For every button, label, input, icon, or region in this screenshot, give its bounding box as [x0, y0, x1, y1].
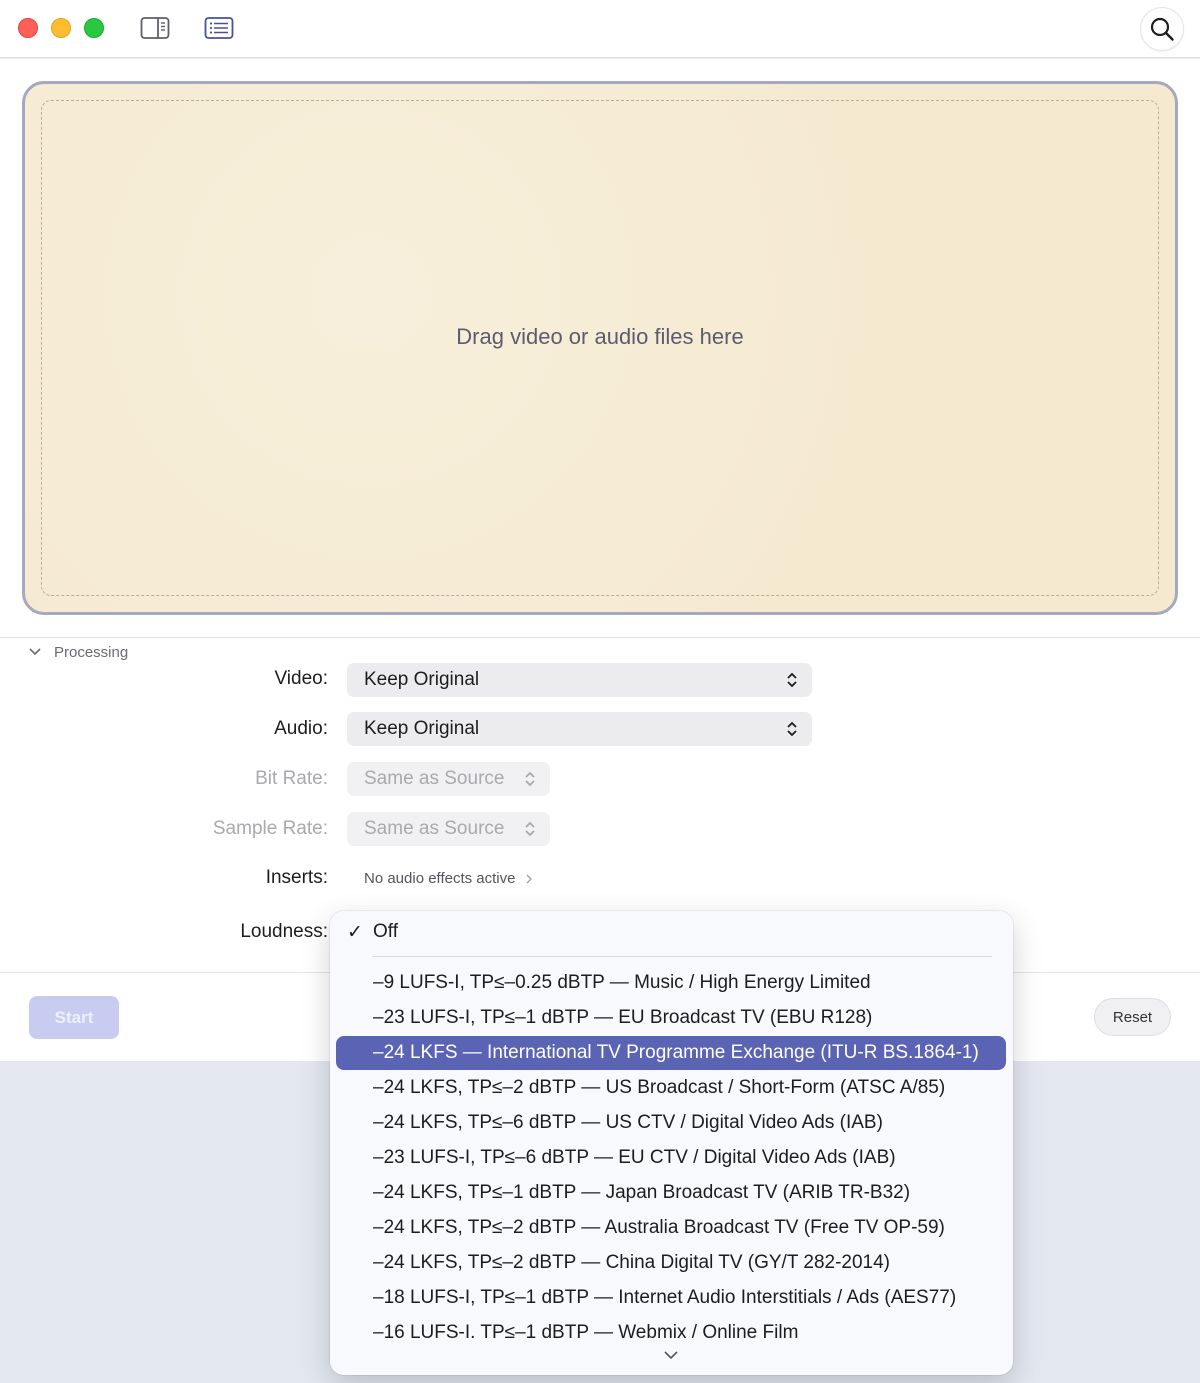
samplerate-select-value: Same as Source — [364, 818, 505, 839]
search-button[interactable] — [1140, 7, 1184, 51]
drop-zone-label: Drag video or audio files here — [456, 324, 744, 349]
inserts-link[interactable]: No audio effects active — [364, 870, 533, 887]
loudness-menu[interactable]: ✓ Off –9 LUFS-I, TP≤–0.25 dBTP — Music /… — [330, 911, 1013, 1375]
loudness-label: Loudness: — [240, 921, 328, 942]
loudness-option[interactable]: –18 LUFS-I, TP≤–1 dBTP — Internet Audio … — [336, 1281, 1006, 1315]
queue-list-button[interactable] — [203, 14, 235, 42]
loudness-option[interactable]: –23 LUFS-I, TP≤–1 dBTP — EU Broadcast TV… — [336, 1001, 1006, 1035]
loudness-option-off[interactable]: ✓ Off — [336, 915, 1006, 949]
loudness-option[interactable]: –9 LUFS-I, TP≤–0.25 dBTP — Music / High … — [336, 966, 1006, 1000]
up-down-chevron-icon — [525, 821, 535, 837]
title-bar — [0, 0, 1200, 58]
close-window-button[interactable] — [18, 18, 38, 38]
up-down-chevron-icon — [787, 721, 797, 737]
loudness-option[interactable]: –24 LKFS, TP≤–2 dBTP — Australia Broadca… — [336, 1211, 1006, 1245]
samplerate-label: Sample Rate: — [212, 818, 328, 839]
reset-button[interactable]: Reset — [1094, 998, 1171, 1036]
video-select[interactable]: Keep Original — [347, 663, 812, 697]
bitrate-select: Same as Source — [347, 762, 550, 796]
minimize-window-button[interactable] — [51, 18, 71, 38]
loudness-option[interactable]: –24 LKFS, TP≤–1 dBTP — Japan Broadcast T… — [336, 1176, 1006, 1210]
video-label: Video: — [274, 668, 328, 689]
file-drop-zone[interactable]: Drag video or audio files here — [22, 81, 1178, 615]
loudness-option-label: Off — [373, 921, 398, 942]
bitrate-select-value: Same as Source — [364, 768, 505, 789]
video-select-value: Keep Original — [364, 669, 480, 690]
loudness-option[interactable]: –24 LKFS, TP≤–2 dBTP — US Broadcast / Sh… — [336, 1071, 1006, 1105]
loudness-option[interactable]: –16 LUFS-I. TP≤–1 dBTP — Webmix / Online… — [336, 1316, 1006, 1350]
checkmark-icon: ✓ — [347, 921, 363, 943]
zoom-window-button[interactable] — [84, 18, 104, 38]
samplerate-select: Same as Source — [347, 812, 550, 846]
section-divider — [0, 637, 1200, 638]
toggle-sidebar-button[interactable] — [139, 14, 171, 42]
search-icon — [1150, 17, 1174, 41]
list-icon — [204, 17, 234, 39]
audio-select[interactable]: Keep Original — [347, 712, 812, 746]
chevron-right-icon — [526, 874, 533, 883]
loudness-option-highlighted[interactable]: –24 LKFS — International TV Programme Ex… — [336, 1036, 1006, 1070]
inserts-label: Inserts: — [265, 867, 328, 888]
loudness-option[interactable]: –23 LUFS-I, TP≤–6 dBTP — EU CTV / Digita… — [336, 1141, 1006, 1175]
menu-separator — [372, 956, 992, 957]
up-down-chevron-icon — [787, 672, 797, 688]
processing-section-toggle[interactable]: Processing — [28, 641, 128, 663]
loudness-option[interactable]: –24 LKFS, TP≤–2 dBTP — China Digital TV … — [336, 1246, 1006, 1280]
bitrate-label: Bit Rate: — [255, 768, 328, 789]
audio-label: Audio: — [274, 718, 328, 739]
audio-select-value: Keep Original — [364, 718, 480, 739]
sidebar-icon — [140, 17, 170, 39]
processing-section-title: Processing — [54, 643, 129, 661]
scroll-down-chevron-icon[interactable] — [663, 1349, 679, 1361]
loudness-option[interactable]: –24 LKFS, TP≤–6 dBTP — US CTV / Digital … — [336, 1106, 1006, 1140]
up-down-chevron-icon — [525, 771, 535, 787]
chevron-down-icon — [29, 648, 41, 656]
inserts-value: No audio effects active — [364, 870, 516, 887]
start-button[interactable]: Start — [29, 996, 119, 1039]
